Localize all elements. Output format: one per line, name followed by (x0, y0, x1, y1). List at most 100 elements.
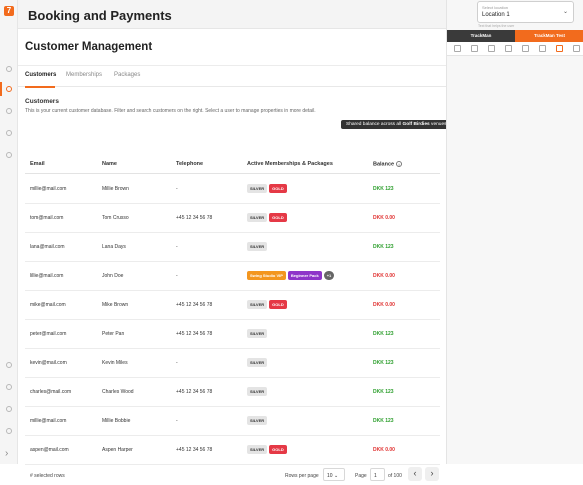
rows-per-page-select[interactable]: 10 ⌄ (323, 468, 345, 481)
cell-memberships: Swing Studio VIP Beginner Pack +1 (247, 271, 336, 280)
nav-booking-icon[interactable] (6, 86, 12, 92)
tab-packages[interactable]: Packages (114, 72, 140, 78)
section-title: Customers (25, 98, 59, 105)
membership-badge: SILVER (247, 184, 268, 193)
page-input[interactable]: 1 (370, 468, 385, 481)
cell-balance: DKK 0.00 (373, 273, 395, 279)
cell-name: Kevin Miles (102, 360, 128, 366)
membership-badge: SILVER (247, 242, 268, 251)
cell-memberships: SILVER (247, 329, 269, 338)
filter-users-icon[interactable] (556, 45, 563, 52)
location-select[interactable]: Select location Location 1 ⌄ (477, 1, 574, 23)
filter-screen-icon[interactable] (522, 45, 529, 52)
cell-balance: DKK 123 (373, 331, 394, 337)
cell-memberships: SILVER GOLD (247, 445, 289, 454)
table-row[interactable]: tom@mail.com Tom Crusso +45 12 34 56 78 SIL… (25, 204, 440, 233)
table-row[interactable]: peter@mail.com Peter Pan +45 12 34 56 78 SI… (25, 320, 440, 349)
col-name[interactable]: Name (102, 161, 117, 167)
active-tab-indicator (25, 86, 55, 88)
filter-person-icon[interactable] (471, 45, 478, 52)
table-row[interactable]: aspen@mail.com Aspen Harper +45 12 34 56 7… (25, 436, 440, 465)
table-row[interactable]: lillie@mail.com John Doe - Swing Studio VIP… (25, 262, 440, 291)
expand-rail-icon[interactable]: › (5, 448, 8, 459)
cell-telephone: +45 12 34 56 78 (176, 215, 213, 221)
membership-badge: SILVER (247, 329, 268, 338)
info-icon[interactable]: i (396, 161, 403, 167)
cell-memberships: SILVER (247, 387, 269, 396)
filter-icon-bar (447, 42, 583, 56)
cell-balance: DKK 0.00 (373, 447, 395, 453)
nav-users-icon[interactable] (6, 130, 12, 136)
nav-calendar-icon[interactable] (6, 108, 12, 114)
membership-badge: SILVER (247, 416, 268, 425)
tab-customers[interactable]: Customers (25, 72, 56, 78)
cell-name: Lana Days (102, 244, 126, 250)
nav-profile-icon[interactable] (6, 428, 12, 434)
membership-badge: GOLD (269, 184, 287, 193)
location-label: Select location (482, 5, 509, 10)
rows-per-page-label: Rows per page (285, 473, 319, 479)
location-hint: Text that helps the user (478, 24, 515, 28)
cell-name: Tom Crusso (102, 215, 129, 221)
cell-memberships: SILVER (247, 242, 269, 251)
col-email[interactable]: Email (30, 161, 45, 167)
nav-notifications-icon[interactable] (6, 384, 12, 390)
table-row[interactable]: millie@mail.com Millie Bobbie - SILVER DKK 1… (25, 407, 440, 436)
cell-memberships: SILVER GOLD (247, 184, 289, 193)
membership-badge: SILVER (247, 213, 268, 222)
cell-telephone: +45 12 34 56 78 (176, 302, 213, 308)
prev-page-button[interactable]: ‹ (408, 467, 422, 481)
col-memberships[interactable]: Active Memberships & Packages (247, 161, 333, 167)
table-row[interactable]: charles@mail.com Charles Wood +45 12 34 56… (25, 378, 440, 407)
filter-card-icon[interactable] (539, 45, 546, 52)
cell-telephone: +45 12 34 56 78 (176, 447, 213, 453)
location-value: Location 1 (482, 12, 510, 18)
next-page-button[interactable]: › (425, 467, 439, 481)
cell-balance: DKK 123 (373, 389, 394, 395)
app-logo: 7 (4, 6, 14, 16)
col-balance[interactable]: Balance i (373, 161, 403, 167)
membership-badge: SILVER (247, 387, 268, 396)
left-rail: 7 › (0, 0, 18, 464)
table-row[interactable]: millie@mail.com Millie Brown - SILVER GOLD DK… (25, 175, 440, 204)
table-row[interactable]: kevin@mail.com Kevin Miles - SILVER DKK 123 (25, 349, 440, 378)
membership-badge: GOLD (269, 300, 287, 309)
cell-email: tom@mail.com (30, 215, 64, 221)
cell-balance: DKK 123 (373, 244, 394, 250)
cell-telephone: - (176, 244, 178, 250)
cell-email: peter@mail.com (30, 331, 67, 337)
tab-trackman[interactable]: TrackMan (447, 30, 515, 42)
cell-name: Peter Pan (102, 331, 125, 337)
table-row[interactable]: mike@mail.com Mike Brown +45 12 34 56 78 SI… (25, 291, 440, 320)
filter-golf-icon[interactable] (488, 45, 495, 52)
cell-email: millie@mail.com (30, 418, 67, 424)
app-title: Booking and Payments (28, 8, 172, 23)
cell-memberships: SILVER GOLD (247, 213, 289, 222)
membership-badge: Beginner Pack (287, 271, 322, 280)
cell-balance: DKK 0.00 (373, 215, 395, 221)
membership-badge: SILVER (247, 300, 268, 309)
tab-memberships[interactable]: Memberships (66, 72, 102, 78)
nav-help-icon[interactable] (6, 362, 12, 368)
cell-name: Aspen Harper (102, 447, 133, 453)
tab-trackman-test[interactable]: TrackMan Test (515, 30, 583, 42)
filter-settings-icon[interactable] (573, 45, 580, 52)
cell-balance: DKK 123 (373, 360, 394, 366)
cell-telephone: +45 12 34 56 78 (176, 389, 213, 395)
cell-telephone: - (176, 273, 178, 279)
membership-badge: SILVER (247, 358, 268, 367)
cell-memberships: SILVER (247, 358, 269, 367)
section-description: This is your current customer database. … (25, 108, 316, 114)
nav-settings-icon[interactable] (6, 406, 12, 412)
page-label: Page (355, 473, 367, 479)
col-telephone[interactable]: Telephone (176, 161, 203, 167)
table-row[interactable]: lana@mail.com Lana Days - SILVER DKK 123 (25, 233, 440, 262)
cell-email: millie@mail.com (30, 186, 67, 192)
filter-bay-icon[interactable] (454, 45, 461, 52)
nav-home-icon[interactable] (6, 66, 12, 72)
cell-memberships: SILVER (247, 416, 269, 425)
nav-reports-icon[interactable] (6, 152, 12, 158)
filter-hand-icon[interactable] (505, 45, 512, 52)
top-header: Booking and Payments (18, 0, 446, 29)
cell-name: Millie Brown (102, 186, 129, 192)
